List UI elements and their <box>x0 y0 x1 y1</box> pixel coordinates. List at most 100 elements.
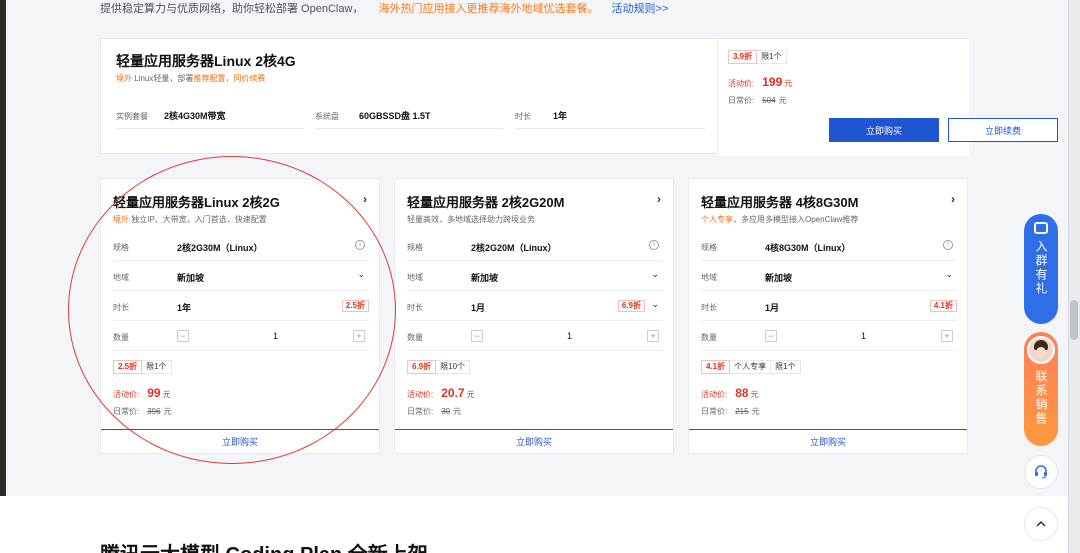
intro-text: 提供稳定算力与优质网络，助你轻松部署 OpenClaw， 海外热门应用接入更推荐… <box>100 0 669 15</box>
discount-badge: 2.5折 <box>113 360 143 374</box>
plus-button[interactable]: + <box>647 330 659 342</box>
card-orig-price: 日常价: 396 元 <box>113 406 172 417</box>
chevron-down-icon[interactable]: ⌄ <box>357 269 365 280</box>
spec-duration: 时长 1年 <box>515 109 567 122</box>
card-title: 轻量应用服务器 4核8G30M <box>701 195 859 210</box>
card-badges: 6.9折 限10个 <box>407 360 471 374</box>
join-group-widget[interactable]: 入群有礼 <box>1024 214 1058 324</box>
plus-button[interactable]: + <box>353 330 365 342</box>
chevron-up-icon[interactable] <box>1024 507 1058 541</box>
minus-button[interactable]: − <box>765 330 777 342</box>
orig-label: 日常价: <box>701 407 728 416</box>
chat-icon <box>1034 222 1048 234</box>
divider <box>315 128 503 129</box>
region-select[interactable]: 地域 新加坡 ⌄ <box>701 263 957 291</box>
quantity-stepper: 数量 − 1 + <box>407 323 663 351</box>
featured-purchase: 3.9折 限1个 活动价: 199 元 日常价: 504 元 立即购买 立即续费 <box>717 39 1058 155</box>
renew-button[interactable]: 立即续费 <box>948 118 1058 142</box>
minus-button[interactable]: − <box>471 330 483 342</box>
field-label: 规格 <box>701 243 717 252</box>
featured-orig-price: 日常价: 504 元 <box>728 95 787 106</box>
field-value: 1月 <box>765 303 780 313</box>
page: 提供稳定算力与优质网络，助你轻松部署 OpenClaw， 海外热门应用接入更推荐… <box>0 0 1080 553</box>
product-card: 轻量应用服务器 4核8G30M › 个人专享，多应用多模型接入OpenClaw推… <box>688 178 968 454</box>
region-select[interactable]: 地域 新加坡 ⌄ <box>113 263 369 291</box>
limit-badge: 限1个 <box>142 360 172 374</box>
featured-info: 轻量应用服务器Linux 2核4G 境外 Linux轻量，部署推荐配置，同价续费… <box>101 39 717 155</box>
card-price: 活动价: 99 元 <box>113 386 171 400</box>
field-label: 时长 <box>113 303 129 312</box>
price-unit: 元 <box>162 390 171 399</box>
field-value: 新加坡 <box>471 273 499 283</box>
card-buy-button[interactable]: 立即购买 <box>395 429 673 453</box>
orig-unit: 元 <box>163 407 172 416</box>
minus-button[interactable]: − <box>177 330 189 342</box>
orig-value: 30 <box>441 407 451 416</box>
card-subtitle: 轻量高效，多地域选择助力跨境业务 <box>407 214 535 225</box>
buy-now-button[interactable]: 立即购买 <box>829 118 939 142</box>
price-label: 活动价: <box>113 390 140 399</box>
card-buy-button[interactable]: 立即购买 <box>101 429 379 453</box>
orig-unit: 元 <box>751 407 760 416</box>
featured-sub-promo: 推荐配置，同价续费 <box>193 74 266 83</box>
orig-label: 日常价: <box>728 96 755 105</box>
quantity-value[interactable]: 1 <box>273 331 278 341</box>
card-badges: 4.1折 个人专享 限1个 <box>701 360 801 374</box>
discount-badge: 4.1折 <box>929 300 957 312</box>
quantity-value[interactable]: 1 <box>567 331 572 341</box>
field-value: 2核2G30M（Linux） <box>177 243 263 253</box>
spec-instance: 实例套餐 2核4G30M带宽 <box>116 109 226 122</box>
chevron-down-icon[interactable]: ⌄ <box>945 269 953 280</box>
info-icon[interactable]: i <box>355 240 365 250</box>
price-label: 活动价: <box>701 390 728 399</box>
orig-value: 215 <box>735 407 749 416</box>
contact-sales-widget[interactable]: 联系销售 <box>1024 332 1058 446</box>
price-value: 20.7 <box>441 386 465 400</box>
headset-icon[interactable] <box>1024 455 1058 489</box>
section-title: 腾讯云大模型 Coding Plan 全新上架 <box>100 538 428 553</box>
info-icon[interactable]: i <box>649 240 659 250</box>
quantity-value[interactable]: 1 <box>861 331 866 341</box>
featured-price: 活动价: 199 元 <box>728 75 792 89</box>
plus-button[interactable]: + <box>941 330 953 342</box>
featured-badges: 3.9折 限1个 <box>728 50 787 64</box>
card-buy-button[interactable]: 立即购买 <box>689 429 967 453</box>
scrollbar-track[interactable] <box>1068 0 1080 553</box>
window-edge <box>0 0 6 553</box>
scrollbar-thumb[interactable] <box>1070 300 1078 340</box>
price-value: 88 <box>735 386 749 400</box>
spec-select[interactable]: 规格 4核8G30M（Linux） i <box>701 233 957 261</box>
duration-select[interactable]: 时长 1月 4.1折 <box>701 293 957 321</box>
chevron-down-icon[interactable]: ⌄ <box>651 299 659 310</box>
price-label: 活动价: <box>407 390 434 399</box>
card-sub-text: 独立IP、大带宽，入门首选，快速配置 <box>129 215 267 224</box>
limit-badge: 限1个 <box>757 50 787 64</box>
card-orig-price: 日常价: 30 元 <box>407 406 461 417</box>
info-icon[interactable]: i <box>943 240 953 250</box>
chevron-down-icon[interactable]: ⌄ <box>651 269 659 280</box>
spec-disk: 系统盘 60GBSSD盘 1.5T <box>315 109 431 122</box>
duration-select[interactable]: 时长 1月 6.9折 ⌄ <box>407 293 663 321</box>
price-label: 活动价: <box>728 79 755 88</box>
region-select[interactable]: 地域 新加坡 ⌄ <box>407 263 663 291</box>
spec-select[interactable]: 规格 2核2G20M（Linux） i <box>407 233 663 261</box>
field-label: 地域 <box>701 273 717 282</box>
price-unit: 元 <box>466 390 475 399</box>
chevron-right-icon[interactable]: › <box>363 192 367 206</box>
card-price: 活动价: 20.7 元 <box>407 386 475 400</box>
product-card: 轻量应用服务器Linux 2核2G › 境外 独立IP、大带宽，入门首选，快速配… <box>100 178 380 454</box>
field-value: 2核2G20M（Linux） <box>471 243 557 253</box>
discount-badge: 3.9折 <box>728 50 758 64</box>
duration-select[interactable]: 时长 1年 2.5折 <box>113 293 369 321</box>
card-sub-text: 轻量高效，多地域选择助力跨境业务 <box>407 215 535 224</box>
chevron-right-icon[interactable]: › <box>951 192 955 206</box>
card-sub-tag: 个人专享 <box>701 215 733 224</box>
orig-value: 396 <box>147 407 161 416</box>
orig-value: 504 <box>762 96 776 105</box>
featured-product-card: 轻量应用服务器Linux 2核4G 境外 Linux轻量，部署推荐配置，同价续费… <box>100 38 1058 155</box>
spec-select[interactable]: 规格 2核2G30M（Linux） i <box>113 233 369 261</box>
orig-label: 日常价: <box>113 407 140 416</box>
chevron-right-icon[interactable]: › <box>657 192 661 206</box>
rules-link[interactable]: 活动规则>> <box>612 3 669 15</box>
field-value: 4核8G30M（Linux） <box>765 243 851 253</box>
